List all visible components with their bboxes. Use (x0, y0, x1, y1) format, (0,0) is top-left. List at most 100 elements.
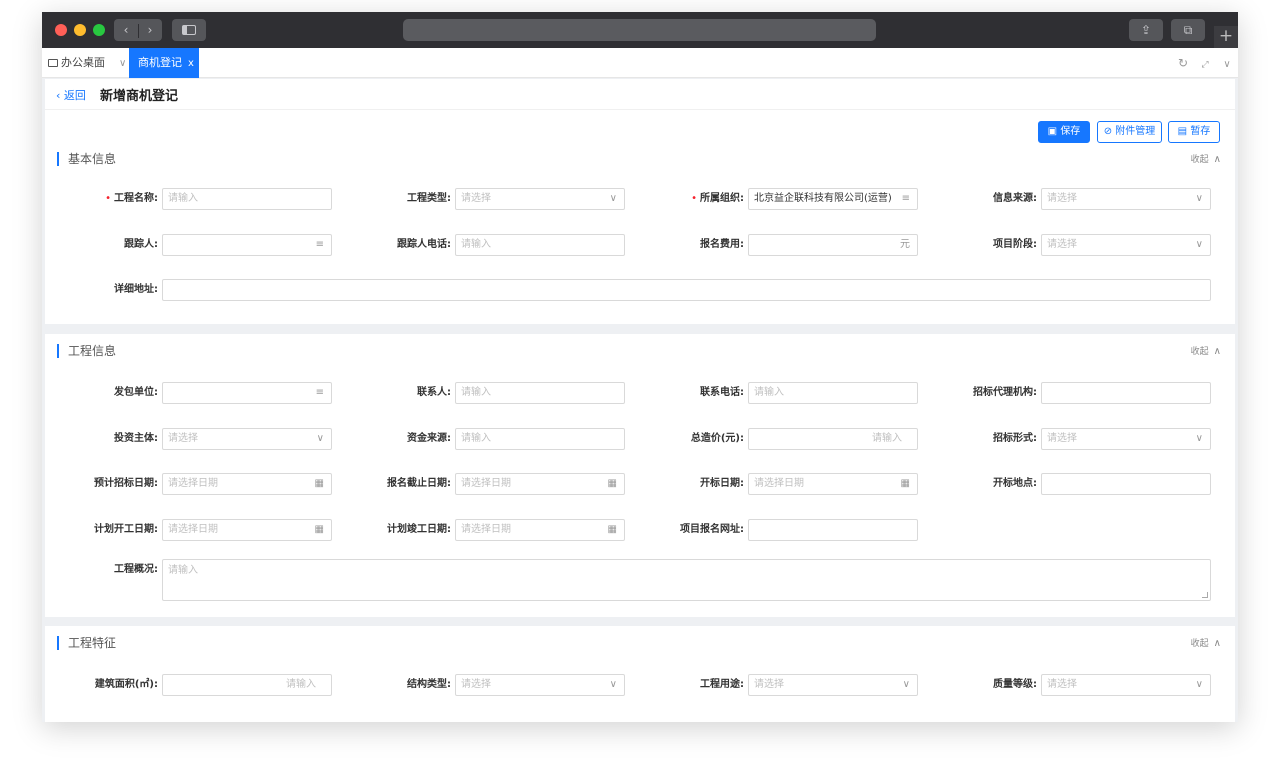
finish-date-label: 计划竣工日期: (387, 524, 451, 535)
calendar-icon: ▦ (607, 478, 617, 489)
usage-label: 工程用途: (700, 679, 744, 690)
chevron-down-icon[interactable]: ∨ (119, 58, 126, 69)
address-bar[interactable] (403, 19, 876, 41)
info-source-label: 信息来源: (993, 193, 1037, 204)
calendar-icon: ▦ (900, 478, 910, 489)
paperclip-icon: ⊘ (1103, 126, 1113, 137)
contractor-select[interactable]: ≡ (162, 382, 332, 404)
tracker-phone-input[interactable]: 请输入 (455, 234, 625, 256)
attachment-button[interactable]: ⊘ 附件管理 (1097, 121, 1162, 143)
reg-deadline-picker[interactable]: 请选择日期 ▦ (455, 473, 625, 495)
area-label: 建筑面积(㎡): (94, 679, 158, 690)
back-arrow-icon[interactable]: ‹ (115, 19, 138, 41)
features-section: 工程特征 收起 ∧ 建筑面积(㎡): 请输入 结构类型: 请选择 ∨ 工程用途: 请… (45, 626, 1235, 722)
draft-label: 暂存 (1190, 126, 1211, 137)
section-title: 基本信息 (57, 152, 116, 166)
draft-button[interactable]: ▤ 暂存 (1168, 121, 1220, 143)
tab-active-label: 商机登记 (138, 56, 182, 69)
usage-select[interactable]: 请选择 ∨ (748, 674, 918, 696)
fund-source-input[interactable]: 请输入 (455, 428, 625, 450)
org-label: • 所属组织: (691, 193, 744, 204)
tabs-icon: ⧉ (1183, 23, 1193, 37)
chevron-down-icon[interactable]: ∨ (1216, 50, 1238, 80)
contact-label: 联系人: (417, 387, 451, 398)
section-title: 工程信息 (57, 344, 116, 358)
share-icon: ⇪ (1140, 23, 1152, 37)
filter-icon: ≡ (315, 387, 324, 398)
close-window-button[interactable] (55, 24, 67, 36)
sidebar-toggle-button[interactable] (172, 19, 206, 41)
save-button[interactable]: ▣ 保存 (1038, 121, 1090, 143)
project-name-input[interactable]: 请输入 (162, 188, 332, 210)
history-nav: ‹ › (114, 19, 162, 41)
total-cost-input[interactable]: 请输入 (748, 428, 918, 450)
tab-home[interactable]: 办公桌面 ∨ (48, 48, 126, 78)
open-date-picker[interactable]: 请选择日期 ▦ (748, 473, 918, 495)
finish-date-picker[interactable]: 请选择日期 ▦ (455, 519, 625, 541)
reg-url-label: 项目报名网址: (680, 524, 744, 535)
bid-date-picker[interactable]: 请选择日期 ▦ (162, 473, 332, 495)
total-cost-label: 总造价(元): (690, 433, 744, 444)
chevron-down-icon: ∨ (902, 679, 910, 690)
collapse-toggle[interactable]: 收起 ∧ (1191, 152, 1221, 165)
browser-window: ‹ › ⇪ ⧉ + 办公桌面 ∨ 商机登记 x ↻ ⤢ ∨ ‹ 返回 新增商机登记 ▣ 保… (42, 12, 1238, 722)
area-input[interactable]: 请输入 (162, 674, 332, 696)
stage-select[interactable]: 请选择 ∨ (1041, 234, 1211, 256)
fullscreen-icon[interactable]: ⤢ (1194, 50, 1216, 80)
save-icon: ▣ (1047, 126, 1058, 137)
calendar-icon: ▦ (607, 524, 617, 535)
structure-select[interactable]: 请选择 ∨ (455, 674, 625, 696)
divider (45, 109, 1235, 110)
bid-date-label: 预计招标日期: (94, 478, 158, 489)
chevron-up-icon: ∧ (1213, 638, 1221, 649)
resize-handle-icon[interactable] (1202, 592, 1208, 598)
tab-opportunity-register[interactable]: 商机登记 x (129, 48, 199, 78)
tabs-overview-button[interactable]: ⧉ (1171, 19, 1205, 41)
contact-phone-input[interactable]: 请输入 (748, 382, 918, 404)
org-select[interactable]: 北京益企联科技有限公司(运营) ≡ (748, 188, 918, 210)
chevron-down-icon: ∨ (1195, 679, 1203, 690)
fee-input[interactable]: 元 (748, 234, 918, 256)
chevron-down-icon: ∨ (1195, 433, 1203, 444)
reg-url-input[interactable] (748, 519, 918, 541)
chevron-down-icon: ∨ (609, 193, 617, 204)
back-link[interactable]: ‹ 返回 (56, 87, 86, 103)
refresh-icon[interactable]: ↻ (1172, 48, 1194, 78)
investor-select[interactable]: 请选择 ∨ (162, 428, 332, 450)
open-date-label: 开标日期: (700, 478, 744, 489)
tab-home-label: 办公桌面 (61, 56, 105, 69)
basic-info-section: 基本信息 收起 ∧ • 工程名称: 请输入 工程类型: 请选择 ∨ • 所属组织: 北京… (45, 148, 1235, 324)
stage-label: 项目阶段: (993, 239, 1037, 250)
page-header: ‹ 返回 新增商机登记 ▣ 保存 ⊘ 附件管理 ▤ 暂存 (45, 79, 1235, 154)
agency-label: 招标代理机构: (973, 387, 1037, 398)
contact-input[interactable]: 请输入 (455, 382, 625, 404)
forward-arrow-icon[interactable]: › (139, 19, 162, 41)
maximize-window-button[interactable] (93, 24, 105, 36)
new-tab-button[interactable]: + (1214, 26, 1238, 48)
reg-deadline-label: 报名截止日期: (387, 478, 451, 489)
chevron-up-icon: ∧ (1213, 154, 1221, 165)
investor-label: 投资主体: (114, 433, 158, 444)
info-source-select[interactable]: 请选择 ∨ (1041, 188, 1211, 210)
collapse-label: 收起 (1190, 155, 1209, 165)
tab-close-icon[interactable]: x (188, 58, 194, 69)
tracker-select[interactable]: ≡ (162, 234, 332, 256)
filter-icon: ≡ (315, 239, 324, 250)
overview-label: 工程概况: (114, 564, 158, 575)
quality-select[interactable]: 请选择 ∨ (1041, 674, 1211, 696)
page-title: 新增商机登记 (100, 89, 179, 104)
collapse-toggle[interactable]: 收起 ∧ (1191, 636, 1221, 649)
draft-icon: ▤ (1177, 126, 1188, 137)
bid-form-select[interactable]: 请选择 ∨ (1041, 428, 1211, 450)
minimize-window-button[interactable] (74, 24, 86, 36)
required-mark: • (691, 193, 697, 204)
project-type-select[interactable]: 请选择 ∨ (455, 188, 625, 210)
open-place-input[interactable] (1041, 473, 1211, 495)
address-input[interactable] (162, 279, 1211, 301)
contact-phone-label: 联系电话: (700, 387, 744, 398)
collapse-toggle[interactable]: 收起 ∧ (1191, 344, 1221, 357)
agency-input[interactable] (1041, 382, 1211, 404)
share-button[interactable]: ⇪ (1129, 19, 1163, 41)
start-date-picker[interactable]: 请选择日期 ▦ (162, 519, 332, 541)
overview-textarea[interactable]: 请输入 (162, 559, 1211, 601)
